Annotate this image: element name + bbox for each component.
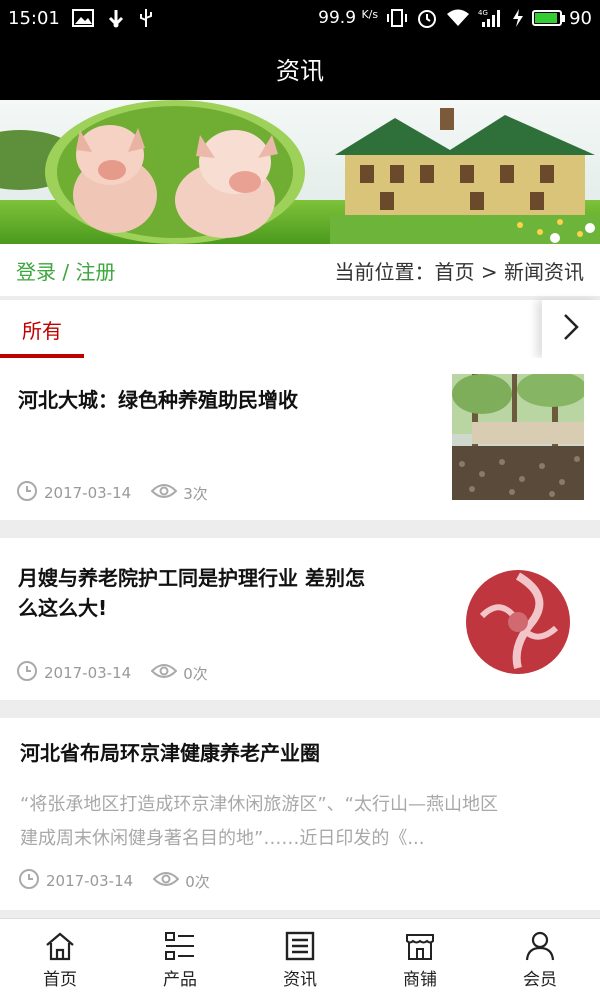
news-thumbnail[interactable]: [452, 374, 584, 500]
news-item[interactable]: 河北省布局环京津健康养老产业圈 “将张承地区打造成环京津休闲旅游区”、“太行山—…: [0, 718, 600, 910]
home-icon: [44, 931, 76, 961]
news-icon: [284, 931, 316, 961]
battery-text: 90: [569, 7, 592, 29]
news-item[interactable]: 月嫂与养老院护工同是护理行业 差别怎 么这么大! 2017-03-14 0次: [0, 538, 600, 700]
net-speed-unit: K/s: [361, 8, 379, 21]
svg-text:4G: 4G: [478, 9, 488, 17]
wifi-icon: [446, 8, 470, 28]
shop-icon: [404, 931, 436, 961]
login-link[interactable]: 登录: [16, 260, 56, 284]
tab-all-label: 所有: [22, 318, 62, 343]
news-views: 0次: [185, 872, 210, 891]
clock-icon: [18, 868, 40, 894]
eye-icon: [150, 482, 178, 504]
tabs-more-button[interactable]: [542, 300, 600, 358]
news-views: 3次: [183, 484, 208, 503]
news-date: 2017-03-14: [44, 664, 132, 682]
nav-news[interactable]: 资讯: [240, 919, 360, 1001]
location-bar: 登录 / 注册 当前位置：首页 > 新闻资讯: [0, 244, 600, 296]
news-title[interactable]: 河北省布局环京津健康养老产业圈: [20, 738, 320, 768]
breadcrumb-current: 新闻资讯: [504, 259, 584, 284]
nav-member-label: 会员: [523, 969, 557, 990]
eye-icon: [150, 662, 178, 684]
news-date: 2017-03-14: [44, 484, 132, 502]
auth-separator: /: [62, 259, 70, 284]
breadcrumb-label: 当前位置：: [334, 259, 435, 284]
news-date: 2017-03-14: [46, 872, 134, 890]
news-title[interactable]: 河北大城：绿色种养殖助民增收: [18, 385, 298, 415]
nav-news-label: 资讯: [283, 969, 317, 990]
nav-shop-label: 商铺: [403, 969, 437, 990]
nav-member[interactable]: 会员: [480, 919, 600, 1001]
news-thumbnail[interactable]: [452, 556, 584, 682]
nav-products-label: 产品: [163, 969, 197, 990]
signal-4g-icon: 4G: [478, 8, 504, 28]
product-list-icon: [164, 931, 196, 961]
status-bar: 15:01 99.9 K/s 4G 90: [0, 0, 600, 36]
nav-shop[interactable]: 商铺: [360, 919, 480, 1001]
news-title-line1: 月嫂与养老院护工同是护理行业 差别怎: [18, 566, 365, 590]
chevron-right-icon: [561, 312, 581, 346]
breadcrumb-home[interactable]: 首页: [435, 260, 475, 284]
charging-icon: [512, 8, 524, 28]
user-icon: [524, 931, 556, 961]
news-views: 0次: [183, 664, 208, 683]
status-time: 15:01: [8, 7, 60, 29]
net-speed: 99.9: [318, 8, 357, 28]
page-header: 资讯: [0, 36, 600, 100]
bottom-nav: 首页 产品 资讯 商铺 会员: [0, 918, 600, 1001]
tab-all[interactable]: 所有: [0, 300, 84, 358]
register-link[interactable]: 注册: [75, 260, 115, 284]
alarm-icon: [416, 7, 438, 29]
nav-products[interactable]: 产品: [120, 919, 240, 1001]
clock-icon: [16, 480, 38, 506]
vibrate-icon: [386, 8, 408, 28]
image-icon: [71, 9, 94, 27]
nav-home[interactable]: 首页: [0, 919, 120, 1001]
news-item[interactable]: 河北大城：绿色种养殖助民增收 2017-03-14 3次: [0, 358, 600, 520]
page-title: 资讯: [276, 56, 324, 85]
battery-icon: 90: [532, 8, 592, 29]
news-title-line2: 么这么大!: [18, 596, 108, 620]
clock-icon: [16, 660, 38, 686]
eye-icon: [152, 870, 180, 892]
breadcrumb: 当前位置：首页 > 新闻资讯: [335, 256, 584, 285]
news-summary: “将张承地区打造成环京津休闲旅游区”、“太行山—燕山地区 建成周末休闲健身著名目…: [20, 788, 580, 856]
banner-image[interactable]: [0, 100, 600, 244]
usb-icon: [106, 8, 126, 28]
auth-links: 登录 / 注册: [16, 256, 115, 285]
breadcrumb-arrow: >: [480, 259, 498, 284]
news-summary-line1: “将张承地区打造成环京津休闲旅游区”、“太行山—燕山地区: [20, 794, 498, 815]
debug-icon: [138, 8, 154, 28]
nav-home-label: 首页: [43, 969, 77, 990]
news-summary-line2: 建成周末休闲健身著名目的地”……近日印发的《...: [20, 828, 425, 849]
category-tabs: 所有: [0, 300, 600, 358]
